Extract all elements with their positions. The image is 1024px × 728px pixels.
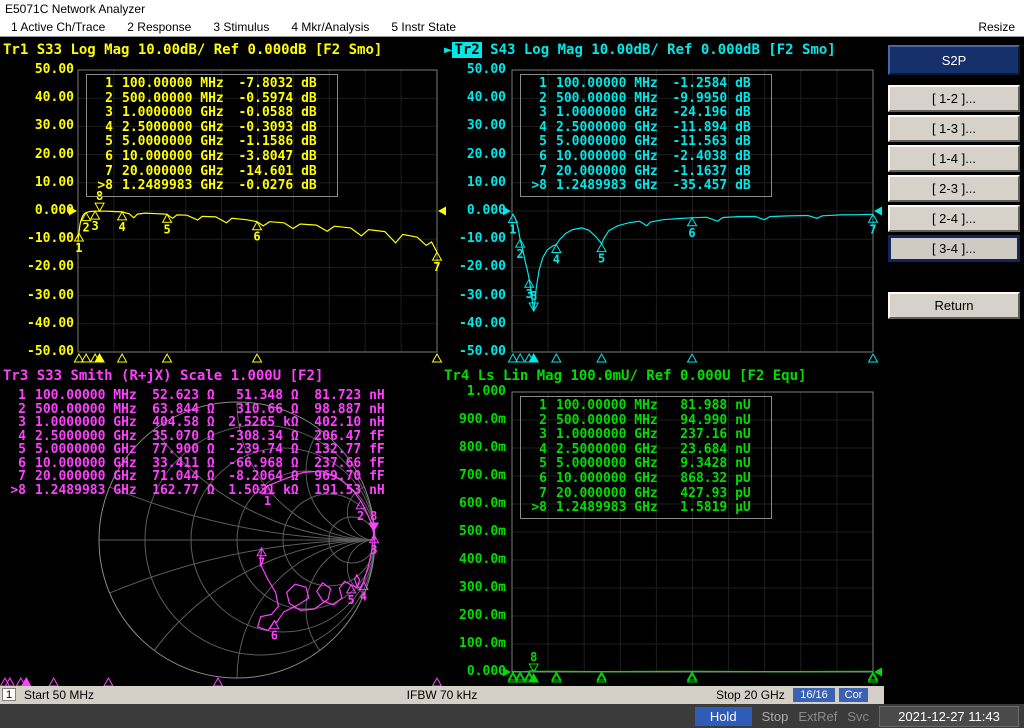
softkey-1-4[interactable]: [ 1-4 ]...	[888, 145, 1020, 172]
marker-triangle	[550, 352, 562, 363]
menu-bar: 1 Active Ch/Trace 2 Response 3 Stimulus …	[0, 18, 1024, 37]
softkey-menu-title: S2P	[888, 45, 1020, 75]
marker-number: 8	[530, 289, 537, 303]
average-count-badge: 16/16	[793, 688, 835, 702]
marker-number: 6	[253, 230, 260, 244]
marker-number: 5	[163, 222, 170, 236]
softkey-return[interactable]: Return	[888, 292, 1020, 319]
marker-number: 1	[75, 241, 82, 255]
marker-number: 7	[869, 222, 876, 236]
marker-number: 5	[598, 252, 605, 266]
marker-number: 4	[118, 220, 125, 234]
menu-stimulus[interactable]: 3 Stimulus	[202, 20, 280, 34]
marker-number: 6	[271, 629, 278, 643]
marker-triangle	[431, 676, 443, 687]
marker-triangle	[103, 676, 114, 687]
trigger-hold-indicator: Hold	[694, 706, 752, 726]
marker-triangle	[116, 352, 128, 363]
graticule-tr1: 12 3 4 5 6 7 8	[69, 69, 446, 363]
marker-triangle	[251, 352, 263, 363]
status-bar: 1 Start 50 MHz IFBW 70 kHz Stop 20 GHz 1…	[0, 686, 884, 704]
ref-level-arrow-right	[874, 206, 882, 216]
marker-triangle	[431, 352, 443, 363]
marker-number: 8	[96, 189, 103, 203]
marker-triangle	[94, 352, 105, 363]
ref-level-arrow-left	[503, 667, 511, 677]
marker-number: 5	[348, 593, 355, 607]
marker-number: 1	[264, 494, 271, 508]
graticule-tr2: 1234 56 78	[503, 69, 882, 363]
datetime-display: 2021-12-27 11:43	[879, 705, 1019, 727]
ref-level-arrow-right	[438, 206, 446, 216]
marker-number: 2	[357, 509, 364, 523]
marker-triangle	[161, 352, 173, 363]
marker-number: 8	[530, 650, 537, 664]
marker-number: 7	[258, 556, 265, 570]
softkey-1-3[interactable]: [ 1-3 ]...	[888, 115, 1020, 142]
menu-active-ch-trace[interactable]: 1 Active Ch/Trace	[0, 20, 116, 34]
marker-number: 4	[553, 253, 560, 267]
analyzer-display: 12 3 4 56781234 56 78123456788	[0, 69, 882, 687]
channel-indicator: 1	[2, 688, 16, 701]
marker-triangle	[686, 352, 698, 363]
correction-badge: Cor	[839, 688, 868, 702]
marker-triangle	[596, 352, 607, 363]
marker-number: 1	[509, 223, 516, 237]
svc-indicator: Svc	[847, 708, 869, 724]
marker-number: 2	[82, 221, 89, 235]
marker-triangle	[528, 352, 540, 363]
marker-number: 3	[370, 543, 377, 557]
marker-triangle	[212, 676, 224, 687]
marker-number: 2	[517, 247, 524, 261]
sweep-stop-label: Stop 20 GHz	[716, 688, 785, 702]
window-title-bar: E5071C Network Analyzer	[0, 0, 1024, 18]
marker-triangle	[89, 210, 101, 220]
menu-response[interactable]: 2 Response	[116, 20, 202, 34]
ref-level-arrow-left	[69, 206, 77, 216]
system-status-bar: Hold Stop ExtRef Svc 2021-12-27 11:43	[0, 704, 1024, 728]
marker-triangle	[80, 211, 92, 222]
menu-mkr-analysis[interactable]: 4 Mkr/Analysis	[280, 20, 380, 34]
marker-number: 3	[91, 219, 98, 233]
window-title: E5071C Network Analyzer	[5, 2, 146, 16]
marker-triangle	[161, 213, 173, 223]
ref-level-arrow-left	[503, 206, 511, 216]
marker-triangle	[94, 202, 105, 213]
marker-number: 4	[360, 590, 367, 604]
softkey-panel: S2P [ 1-2 ]... [ 1-3 ]... [ 1-4 ]... [ 2…	[884, 37, 1024, 686]
sweep-start-label: Start 50 MHz	[24, 688, 95, 702]
trace-line-tr3	[256, 470, 376, 632]
marker-number: 6	[688, 226, 695, 240]
marker-triangle	[596, 242, 607, 253]
marker-triangle	[48, 676, 60, 687]
menu-instr-state[interactable]: 5 Instr State	[380, 20, 467, 34]
menu-resize[interactable]: Resize	[967, 20, 1024, 34]
sweep-stop-indicator: Stop	[761, 708, 789, 724]
graticule-tr4: 8	[503, 391, 882, 683]
softkey-2-4[interactable]: [ 2-4 ]...	[888, 205, 1020, 232]
ifbw-label: IFBW 70 kHz	[406, 688, 478, 702]
softkey-3-4[interactable]: [ 3-4 ]...	[888, 235, 1020, 262]
softkey-2-3[interactable]: [ 2-3 ]...	[888, 175, 1020, 202]
marker-number: 8	[370, 509, 377, 523]
softkey-1-2[interactable]: [ 1-2 ]...	[888, 85, 1020, 112]
marker-number: 7	[433, 260, 440, 274]
marker-triangle	[867, 352, 879, 363]
extref-indicator: ExtRef	[798, 708, 838, 724]
